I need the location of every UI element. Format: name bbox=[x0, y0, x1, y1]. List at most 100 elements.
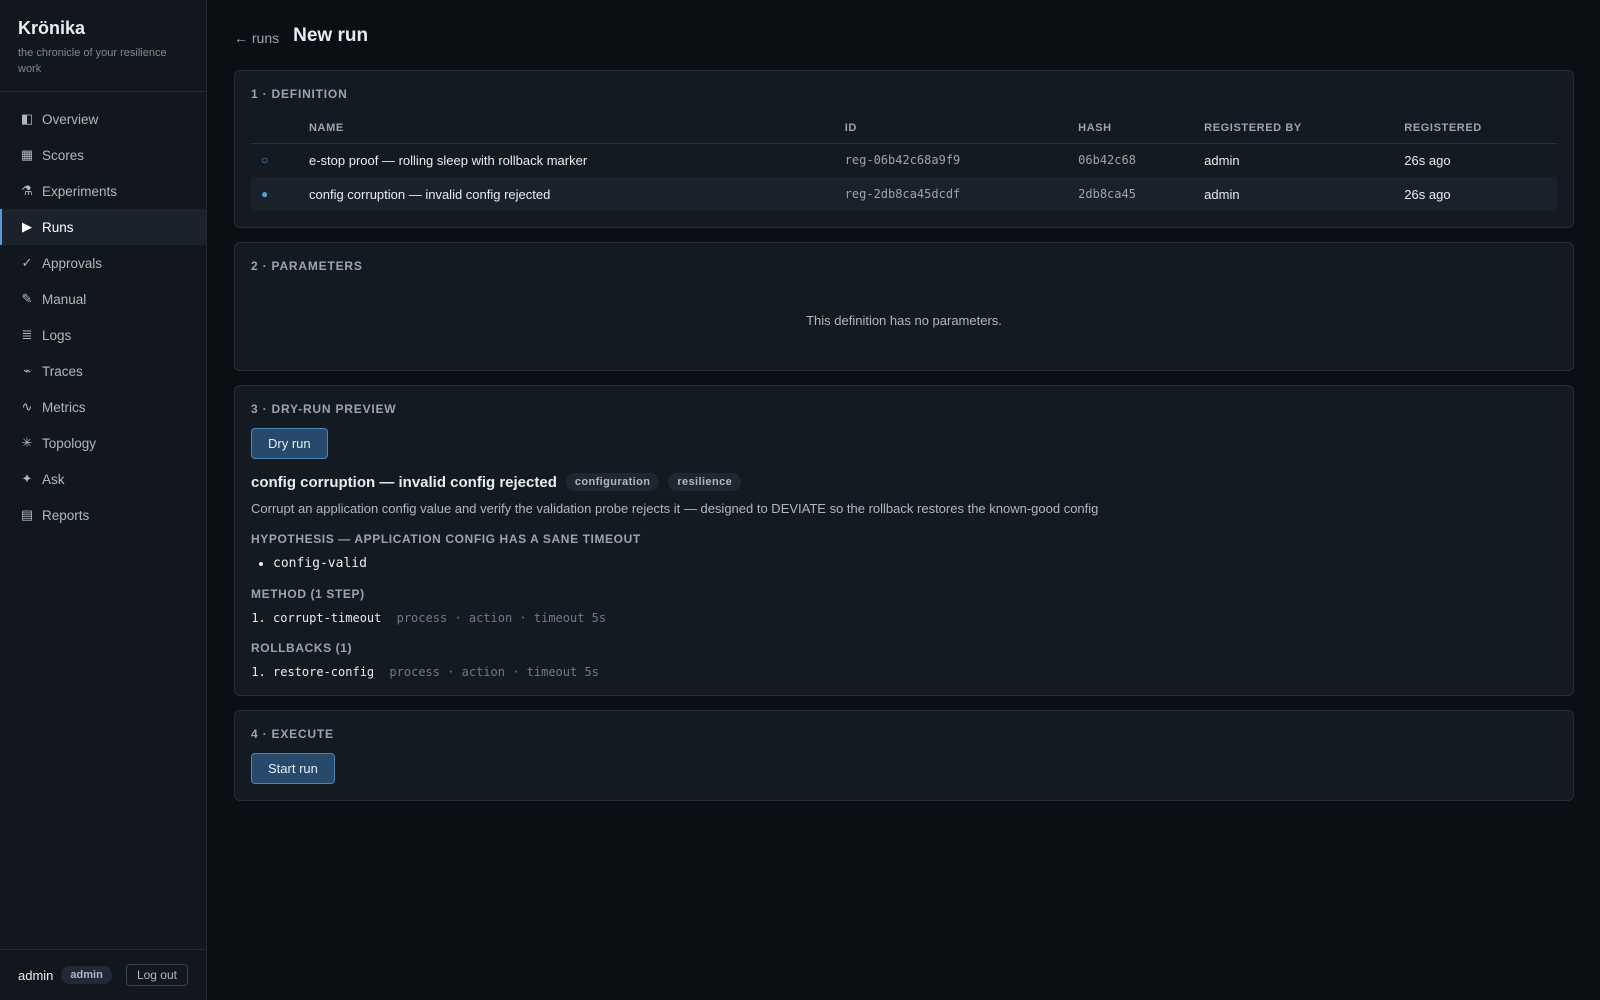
sidebar-item-label: Topology bbox=[42, 435, 97, 451]
list-item: restore-config process · action · timeou… bbox=[273, 665, 1557, 679]
sidebar-item-scores[interactable]: ▦ Scores bbox=[0, 137, 206, 173]
sidebar-item-label: Metrics bbox=[42, 399, 86, 415]
sparkle-icon: ✦ bbox=[21, 471, 33, 486]
logs-icon: ≣ bbox=[21, 327, 33, 342]
sidebar-item-ask[interactable]: ✦ Ask bbox=[0, 461, 206, 497]
sidebar-item-topology[interactable]: ✳ Topology bbox=[0, 425, 206, 461]
step-meta: process · action · timeout 5s bbox=[389, 665, 599, 679]
sidebar: Krönika the chronicle of your resilience… bbox=[0, 0, 207, 1000]
parameters-card: 2 · PARAMETERS This definition has no pa… bbox=[234, 242, 1574, 371]
sidebar-item-label: Runs bbox=[42, 219, 74, 235]
cell-id: reg-2db8ca45dcdf bbox=[834, 177, 1069, 211]
list-item: corrupt-timeout process · action · timeo… bbox=[273, 611, 1557, 625]
sidebar-item-label: Traces bbox=[42, 363, 83, 379]
back-link-label: runs bbox=[251, 29, 280, 46]
no-parameters-message: This definition has no parameters. bbox=[806, 313, 1002, 328]
table-header-row: NAME ID HASH REGISTERED BY REGISTERED bbox=[251, 113, 1557, 144]
cell-hash: 2db8ca45 bbox=[1068, 177, 1195, 211]
sidebar-item-logs[interactable]: ≣ Logs bbox=[0, 317, 206, 353]
column-header-id: ID bbox=[834, 113, 1069, 144]
flask-icon: ⚗ bbox=[21, 183, 33, 198]
page-header: ← runs New run bbox=[234, 0, 1574, 70]
sidebar-item-label: Reports bbox=[42, 507, 90, 523]
rollback-steps: restore-config process · action · timeou… bbox=[251, 665, 1557, 679]
step-name: restore-config bbox=[273, 665, 375, 679]
column-header-name: NAME bbox=[299, 113, 835, 144]
tag-badge: resilience bbox=[668, 473, 742, 491]
cell-registered-by: admin bbox=[1194, 177, 1395, 211]
hypothesis-list: config-valid bbox=[251, 556, 1557, 571]
sidebar-item-label: Overview bbox=[42, 111, 99, 127]
sidebar-item-label: Ask bbox=[42, 471, 65, 487]
page-title: New run bbox=[293, 25, 369, 46]
logout-button[interactable]: Log out bbox=[125, 964, 188, 986]
column-header-registered: REGISTERED bbox=[1394, 113, 1557, 144]
dry-run-section-title: 3 · DRY-RUN PREVIEW bbox=[251, 402, 397, 416]
sidebar-item-label: Logs bbox=[42, 327, 72, 343]
arrow-left-icon: ← bbox=[234, 29, 248, 46]
cell-name: config corruption — invalid config rejec… bbox=[299, 177, 835, 211]
hypothesis-title: HYPOTHESIS — APPLICATION CONFIG HAS A SA… bbox=[251, 532, 641, 546]
dry-run-button[interactable]: Dry run bbox=[251, 428, 328, 459]
sidebar-item-label: Experiments bbox=[42, 183, 118, 199]
back-to-runs-link[interactable]: ← runs bbox=[234, 30, 279, 46]
topology-icon: ✳ bbox=[21, 435, 33, 450]
table-row[interactable]: ● config corruption — invalid config rej… bbox=[251, 177, 1557, 211]
definition-card: 1 · DEFINITION NAME ID HASH REGISTERED B… bbox=[234, 70, 1574, 228]
column-header-select bbox=[251, 113, 299, 144]
dry-run-card: 3 · DRY-RUN PREVIEW Dry run config corru… bbox=[234, 385, 1574, 696]
sidebar-item-overview[interactable]: ◧ Overview bbox=[0, 101, 206, 137]
radio-button[interactable]: ○ bbox=[251, 143, 299, 177]
preview-description: Corrupt an application config value and … bbox=[251, 501, 1099, 516]
role-badge: admin bbox=[61, 966, 112, 984]
sidebar-item-experiments[interactable]: ⚗ Experiments bbox=[0, 173, 206, 209]
method-steps: corrupt-timeout process · action · timeo… bbox=[251, 611, 1557, 625]
main-content: ← runs New run 1 · DEFINITION NAME ID HA… bbox=[234, 0, 1574, 815]
cell-registered: 26s ago bbox=[1394, 177, 1557, 211]
reports-icon: ▤ bbox=[20, 507, 34, 522]
tag-badge: configuration bbox=[565, 473, 660, 491]
radio-button[interactable]: ● bbox=[251, 177, 299, 211]
table-row[interactable]: ○ e-stop proof — rolling sleep with roll… bbox=[251, 143, 1557, 177]
sidebar-item-reports[interactable]: ▤ Reports bbox=[0, 497, 206, 533]
traces-icon: ⌁ bbox=[23, 363, 31, 378]
cell-id: reg-06b42c68a9f9 bbox=[844, 153, 961, 168]
pencil-icon: ✎ bbox=[21, 291, 33, 306]
definition-table: NAME ID HASH REGISTERED BY REGISTERED ○ … bbox=[251, 113, 1557, 211]
preview-title: config corruption — invalid config rejec… bbox=[251, 473, 557, 491]
sidebar-item-manual[interactable]: ✎ Manual bbox=[0, 281, 206, 317]
sidebar-item-approvals[interactable]: ✓ Approvals bbox=[0, 245, 206, 281]
rollbacks-title: ROLLBACKS (1) bbox=[251, 641, 353, 655]
parameters-section-title: 2 · PARAMETERS bbox=[251, 259, 363, 273]
list-item: config-valid bbox=[273, 556, 1557, 571]
execute-section-title: 4 · EXECUTE bbox=[251, 727, 334, 741]
sidebar-item-metrics[interactable]: ∿ Metrics bbox=[0, 389, 206, 425]
sidebar-item-label: Manual bbox=[42, 291, 87, 307]
sidebar-item-label: Scores bbox=[42, 147, 85, 163]
preview-header: config corruption — invalid config rejec… bbox=[251, 473, 1557, 491]
sidebar-nav: ◧ Overview ▦ Scores ⚗ Experiments ▶ Runs ✓ Approv… bbox=[0, 92, 206, 533]
play-icon: ▶ bbox=[22, 219, 32, 234]
cell-hash: 06b42c68 bbox=[1078, 153, 1136, 168]
brand: Krönika the chronicle of your resilience… bbox=[0, 0, 206, 92]
cell-registered: 26s ago bbox=[1404, 152, 1451, 168]
sidebar-item-runs[interactable]: ▶ Runs bbox=[0, 209, 206, 245]
start-run-button[interactable]: Start run bbox=[251, 753, 335, 784]
column-header-registered-by: REGISTERED BY bbox=[1194, 113, 1395, 144]
metrics-icon: ∿ bbox=[21, 399, 33, 414]
sidebar-item-traces[interactable]: ⌁ Traces bbox=[0, 353, 206, 389]
execute-card: 4 · EXECUTE Start run bbox=[234, 710, 1574, 801]
scores-icon: ▦ bbox=[20, 147, 34, 162]
cell-registered-by: admin bbox=[1204, 152, 1240, 168]
app-tagline: the chronicle of your resilience work bbox=[18, 47, 167, 75]
sidebar-item-label: Approvals bbox=[42, 255, 103, 271]
cell-name: e-stop proof — rolling sleep with rollba… bbox=[309, 152, 588, 168]
step-meta: process · action · timeout 5s bbox=[396, 611, 607, 625]
app-title: Krönika bbox=[18, 18, 86, 38]
current-user: admin bbox=[18, 967, 54, 983]
definition-section-title: 1 · DEFINITION bbox=[251, 87, 348, 101]
check-icon: ✓ bbox=[21, 255, 33, 270]
method-title: METHOD (1 STEP) bbox=[251, 587, 365, 601]
overview-icon: ◧ bbox=[20, 111, 34, 126]
step-name: corrupt-timeout bbox=[273, 611, 382, 625]
